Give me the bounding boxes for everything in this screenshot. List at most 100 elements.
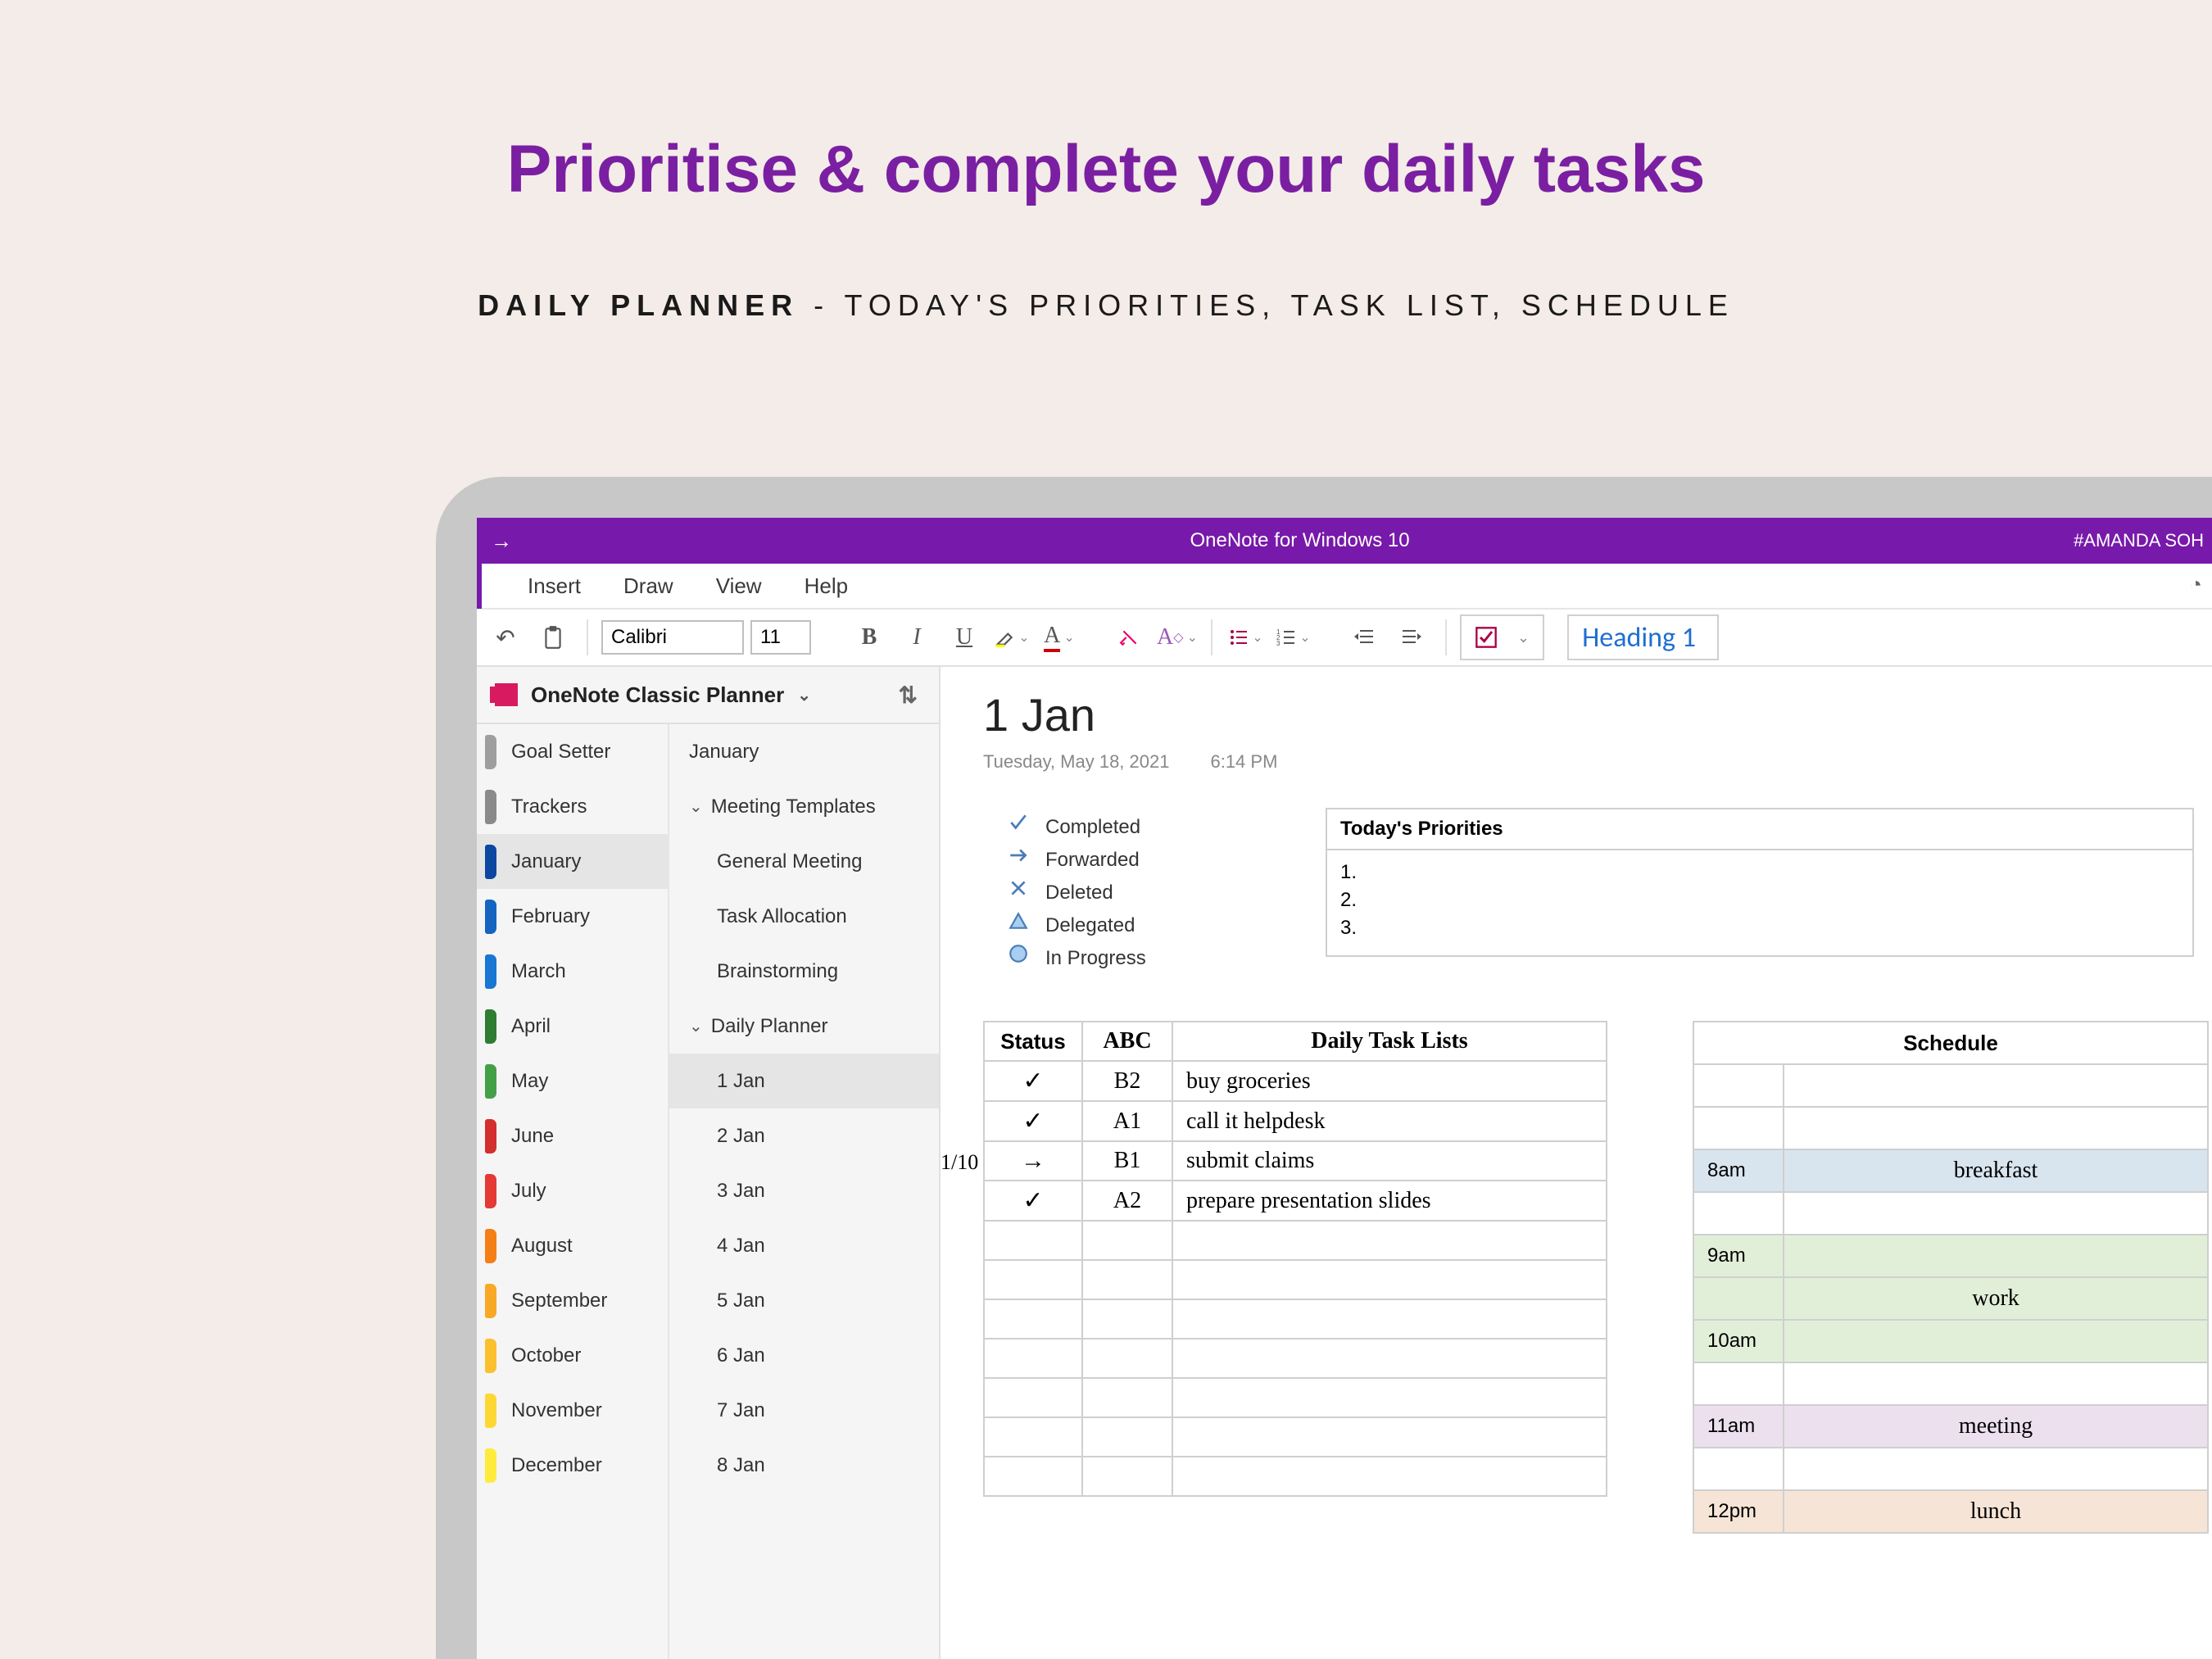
schedule-row[interactable] bbox=[1693, 1192, 2208, 1235]
page-item[interactable]: 1 Jan bbox=[669, 1054, 939, 1108]
schedule-label-cell[interactable]: meeting bbox=[1784, 1405, 2208, 1448]
schedule-row[interactable]: 9am bbox=[1693, 1235, 2208, 1277]
italic-icon[interactable]: I bbox=[896, 617, 937, 658]
task-abc-cell[interactable]: B1 bbox=[1082, 1141, 1172, 1181]
page-item[interactable]: 3 Jan bbox=[669, 1163, 939, 1218]
page-item[interactable]: 2 Jan bbox=[669, 1108, 939, 1163]
indent-icon[interactable] bbox=[1391, 617, 1432, 658]
task-status-cell[interactable]: ✓ bbox=[984, 1101, 1082, 1141]
sort-icon[interactable]: ⇅ bbox=[899, 682, 918, 709]
page-canvas[interactable]: 1 Jan Tuesday, May 18, 2021 6:14 PM Comp… bbox=[941, 667, 2212, 1659]
numbered-list-icon[interactable]: 123 bbox=[1273, 617, 1314, 658]
priority-line[interactable]: 2. bbox=[1340, 886, 2179, 914]
task-row-blank[interactable] bbox=[984, 1260, 1607, 1299]
schedule-label-cell[interactable] bbox=[1784, 1064, 2208, 1107]
task-status-cell[interactable]: ✓ bbox=[984, 1181, 1082, 1221]
notebook-header[interactable]: OneNote Classic Planner ⌄ ⇅ bbox=[477, 667, 939, 723]
priority-line[interactable]: 3. bbox=[1340, 914, 2179, 942]
page-item[interactable]: January bbox=[669, 724, 939, 779]
schedule-row[interactable]: work bbox=[1693, 1277, 2208, 1320]
clipboard-icon[interactable] bbox=[533, 617, 573, 658]
menu-view[interactable]: View bbox=[716, 573, 762, 599]
task-row-blank[interactable] bbox=[984, 1299, 1607, 1339]
highlight-icon[interactable] bbox=[991, 617, 1032, 658]
task-table[interactable]: StatusABCDaily Task Lists✓B2buy grocerie… bbox=[983, 1021, 1607, 1497]
page-title[interactable]: 1 Jan bbox=[983, 688, 2212, 741]
section-item[interactable]: January bbox=[477, 834, 668, 889]
schedule-row[interactable] bbox=[1693, 1064, 2208, 1107]
breadcrumb-user[interactable]: #AMANDA SOH bbox=[2074, 530, 2212, 551]
section-item[interactable]: July bbox=[477, 1163, 668, 1218]
underline-icon[interactable]: U bbox=[944, 617, 985, 658]
section-item[interactable]: December bbox=[477, 1438, 668, 1493]
schedule-row[interactable]: 8ambreakfast bbox=[1693, 1149, 2208, 1192]
bullet-list-icon[interactable] bbox=[1226, 617, 1267, 658]
schedule-label-cell[interactable] bbox=[1784, 1448, 2208, 1490]
page-item[interactable]: 8 Jan bbox=[669, 1438, 939, 1493]
section-item[interactable]: October bbox=[477, 1328, 668, 1383]
task-row-blank[interactable] bbox=[984, 1417, 1607, 1457]
todo-checkbox-button[interactable]: ⌄ bbox=[1460, 614, 1544, 660]
schedule-row[interactable] bbox=[1693, 1448, 2208, 1490]
page-item[interactable]: 5 Jan bbox=[669, 1273, 939, 1328]
schedule-label-cell[interactable] bbox=[1784, 1192, 2208, 1235]
section-item[interactable]: Trackers bbox=[477, 779, 668, 834]
page-item[interactable]: 6 Jan bbox=[669, 1328, 939, 1383]
task-text-cell[interactable]: prepare presentation slides bbox=[1172, 1181, 1607, 1221]
task-row-blank[interactable] bbox=[984, 1378, 1607, 1417]
schedule-row[interactable]: 11ammeeting bbox=[1693, 1405, 2208, 1448]
menu-insert[interactable]: Insert bbox=[528, 573, 581, 599]
heading-style-selector[interactable]: Heading 1 bbox=[1567, 614, 1719, 660]
task-status-cell[interactable]: ✓ bbox=[984, 1061, 1082, 1101]
page-item[interactable]: Daily Planner bbox=[669, 999, 939, 1054]
outdent-icon[interactable] bbox=[1344, 617, 1385, 658]
bold-icon[interactable]: B bbox=[849, 617, 890, 658]
page-item[interactable]: 4 Jan bbox=[669, 1218, 939, 1273]
section-item[interactable]: June bbox=[477, 1108, 668, 1163]
task-row[interactable]: →B1submit claims bbox=[984, 1141, 1607, 1181]
schedule-label-cell[interactable] bbox=[1784, 1362, 2208, 1405]
task-text-cell[interactable]: submit claims bbox=[1172, 1141, 1607, 1181]
font-color-icon[interactable]: A bbox=[1039, 617, 1080, 658]
schedule-row[interactable]: 12pmlunch bbox=[1693, 1490, 2208, 1533]
schedule-table[interactable]: Schedule 8ambreakfast 9am work10am 11amm… bbox=[1693, 1021, 2209, 1534]
font-size-input[interactable]: 11 bbox=[750, 620, 811, 655]
page-item[interactable]: Brainstorming bbox=[669, 944, 939, 999]
font-name-input[interactable]: Calibri bbox=[601, 620, 744, 655]
menu-draw[interactable]: Draw bbox=[623, 573, 673, 599]
schedule-label-cell[interactable] bbox=[1784, 1107, 2208, 1149]
priority-line[interactable]: 1. bbox=[1340, 859, 2179, 886]
task-row[interactable]: ✓A1call it helpdesk bbox=[984, 1101, 1607, 1141]
section-item[interactable]: September bbox=[477, 1273, 668, 1328]
schedule-label-cell[interactable]: work bbox=[1784, 1277, 2208, 1320]
nav-forward-icon[interactable]: → bbox=[477, 528, 526, 554]
task-text-cell[interactable]: call it helpdesk bbox=[1172, 1101, 1607, 1141]
schedule-label-cell[interactable]: lunch bbox=[1784, 1490, 2208, 1533]
page-item[interactable]: General Meeting bbox=[669, 834, 939, 889]
page-item[interactable]: Task Allocation bbox=[669, 889, 939, 944]
schedule-label-cell[interactable] bbox=[1784, 1235, 2208, 1277]
section-item[interactable]: November bbox=[477, 1383, 668, 1438]
section-item[interactable]: April bbox=[477, 999, 668, 1054]
schedule-label-cell[interactable]: breakfast bbox=[1784, 1149, 2208, 1192]
task-row[interactable]: ✓B2buy groceries bbox=[984, 1061, 1607, 1101]
section-item[interactable]: May bbox=[477, 1054, 668, 1108]
section-item[interactable]: August bbox=[477, 1218, 668, 1273]
clear-formatting-icon[interactable] bbox=[1109, 617, 1150, 658]
task-row[interactable]: ✓A2prepare presentation slides bbox=[984, 1181, 1607, 1221]
sync-icon[interactable]: ◔ bbox=[2189, 572, 2202, 597]
task-row-blank[interactable] bbox=[984, 1457, 1607, 1496]
section-item[interactable]: Goal Setter bbox=[477, 724, 668, 779]
task-row-blank[interactable] bbox=[984, 1339, 1607, 1378]
task-abc-cell[interactable]: A1 bbox=[1082, 1101, 1172, 1141]
undo-icon[interactable]: ↶ bbox=[485, 617, 526, 658]
menu-help[interactable]: Help bbox=[805, 573, 848, 599]
schedule-row[interactable]: 10am bbox=[1693, 1320, 2208, 1362]
task-abc-cell[interactable]: A2 bbox=[1082, 1181, 1172, 1221]
schedule-label-cell[interactable] bbox=[1784, 1320, 2208, 1362]
priorities-box[interactable]: Today's Priorities 1.2.3. bbox=[1326, 808, 2194, 957]
page-item[interactable]: Meeting Templates bbox=[669, 779, 939, 834]
schedule-row[interactable] bbox=[1693, 1107, 2208, 1149]
task-text-cell[interactable]: buy groceries bbox=[1172, 1061, 1607, 1101]
page-item[interactable]: 7 Jan bbox=[669, 1383, 939, 1438]
